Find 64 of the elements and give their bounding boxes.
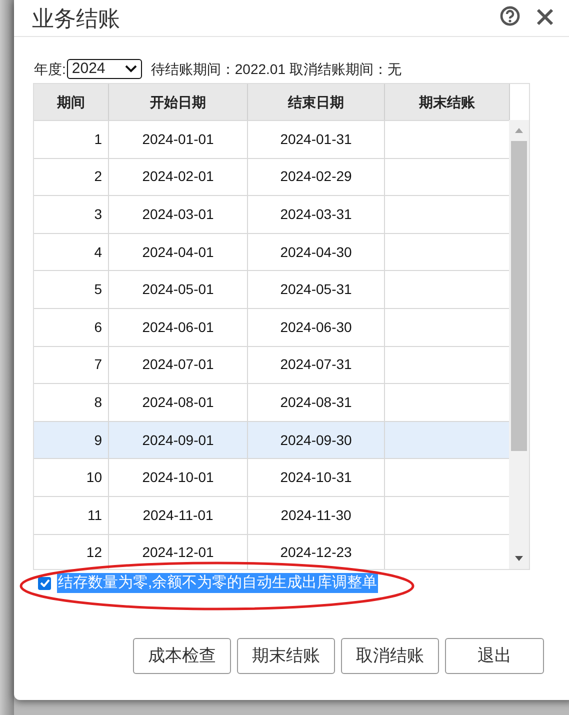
- table-row[interactable]: 12 2024-12-01 2024-12-23: [34, 534, 510, 569]
- table-cell-text: 2024-03-31: [280, 204, 352, 224]
- table-cell-text: 2024-02-01: [142, 167, 214, 186]
- cancel-period-text: 取消结账期间：无: [290, 60, 402, 78]
- table-cell-text: 11: [87, 506, 102, 525]
- table-cell-text: 2024-12-23: [280, 543, 352, 562]
- table-cell-text: 2024-11-30: [280, 506, 352, 525]
- table-cell-text: 2024-07-01: [142, 355, 214, 374]
- table-row[interactable]: 5 2024-05-01 2024-05-31: [34, 270, 510, 308]
- table-cell-text: 2024-01-31: [280, 130, 352, 149]
- table-row[interactable]: 1 2024-01-01 2024-01-31: [34, 120, 510, 158]
- pending-period-text: 待结账期间：2022.01: [150, 60, 286, 78]
- scroll-down-icon[interactable]: [515, 556, 523, 561]
- table-cell-text: 1: [94, 130, 102, 149]
- table-cell-text: 2024-02-29: [280, 167, 352, 186]
- table-row[interactable]: 6 2024-06-01 2024-06-30: [34, 308, 510, 346]
- scrollbar[interactable]: [509, 120, 529, 569]
- table-cell-text: 2024-07-31: [280, 355, 352, 374]
- action-button[interactable]: 期末结账: [237, 638, 335, 674]
- table-cell-text: 2024-04-30: [280, 242, 352, 262]
- action-button[interactable]: 成本检查: [133, 638, 231, 674]
- help-icon[interactable]: [500, 6, 520, 26]
- table-cell-text: 2024-12-01: [142, 543, 214, 562]
- table-row[interactable]: 4 2024-04-01 2024-04-30: [34, 232, 510, 270]
- table-cell-text: 2024-10-01: [142, 468, 214, 488]
- table-cell-text: 2024-06-01: [142, 318, 214, 337]
- table-cell-text: 2024-08-31: [280, 392, 352, 412]
- table-cell-text: 2024-10-31: [280, 468, 352, 488]
- table-cell-text: 10: [86, 468, 102, 488]
- year-label: 年度:: [34, 60, 66, 78]
- table-row[interactable]: 11 2024-11-01 2024-11-30: [34, 496, 510, 534]
- table-row[interactable]: 8 2024-08-01 2024-08-31: [34, 383, 510, 421]
- table-row[interactable]: 2 2024-02-01 2024-02-29: [34, 158, 510, 196]
- table-cell-text: 4: [94, 242, 102, 262]
- table-cell-text: 5: [94, 280, 102, 300]
- table-cell-text: 3: [94, 204, 102, 224]
- table-cell-text: 6: [94, 318, 102, 337]
- action-button[interactable]: 退出: [445, 638, 544, 674]
- table-cell-text: 9: [94, 430, 102, 450]
- table-row[interactable]: 9 2024-09-01 2024-09-30: [34, 420, 510, 458]
- table-cell-text: 2024-04-01: [142, 242, 214, 262]
- table-cell-text: 2024-06-30: [280, 318, 352, 337]
- table-cell-text: 2024-09-01: [142, 430, 214, 450]
- table-cell-text: 2024-03-01: [142, 204, 214, 224]
- dialog-title: 业务结账: [32, 4, 120, 32]
- table-cell-text: 2024-01-01: [142, 130, 214, 149]
- close-icon[interactable]: [536, 8, 554, 26]
- table-cell-text: 7: [94, 355, 102, 374]
- table-cell-text: 2024-08-01: [142, 392, 214, 412]
- table-cell-text: 2024-11-01: [142, 506, 214, 525]
- table-cell-text: 2024-05-01: [142, 280, 214, 300]
- table-row[interactable]: 7 2024-07-01 2024-07-31: [34, 346, 510, 384]
- table-cell-text: 8: [94, 392, 102, 412]
- table-row[interactable]: 3 2024-03-01 2024-03-31: [34, 195, 510, 233]
- caret-icon: [124, 65, 137, 73]
- table-cell-text: 2024-09-30: [280, 430, 352, 450]
- scrollbar-thumb[interactable]: [511, 141, 527, 451]
- action-button[interactable]: 取消结账: [341, 638, 439, 674]
- table-cell-text: 12: [86, 543, 102, 562]
- table-cell-text: 2024-05-31: [280, 280, 352, 300]
- table-cell-text: 2: [94, 167, 102, 186]
- year-select[interactable]: 2024: [66, 59, 142, 79]
- checkbox[interactable]: [38, 576, 51, 590]
- table-row[interactable]: 10 2024-10-01 2024-10-31: [34, 458, 510, 496]
